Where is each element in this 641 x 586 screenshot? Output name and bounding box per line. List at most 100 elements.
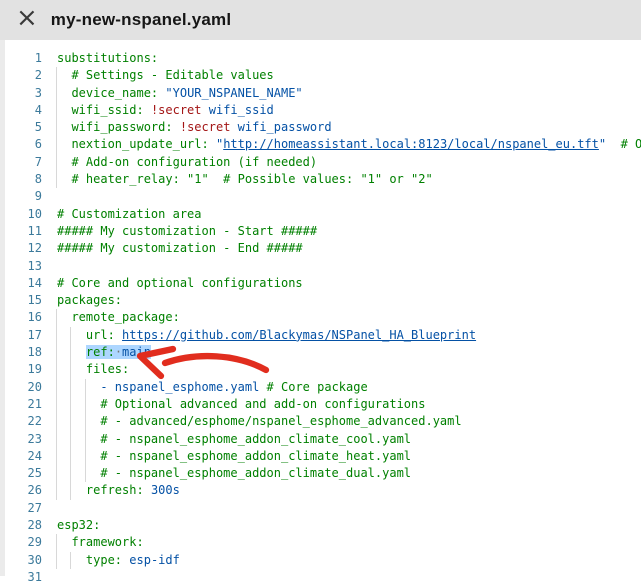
key-segment: esp32:: [57, 518, 100, 532]
key-segment: type:: [86, 553, 122, 567]
plain-segment: [115, 328, 122, 342]
link-segment[interactable]: http://homeassistant.local:8123/local/ns…: [223, 137, 599, 151]
val-segment: main: [122, 345, 151, 359]
code-line[interactable]: 26 refresh: 300s: [0, 482, 641, 499]
plain-segment: [57, 86, 71, 100]
code-line[interactable]: 27: [0, 500, 641, 517]
code-line[interactable]: 16 remote_package:: [0, 309, 641, 326]
line-number: 29: [0, 534, 42, 551]
code-line[interactable]: 29 framework:: [0, 534, 641, 551]
close-icon[interactable]: ×: [16, 5, 38, 31]
plain-segment: [230, 120, 237, 134]
key-segment: substitutions:: [57, 51, 158, 65]
code-line[interactable]: 17 url: https://github.com/Blackymas/NSP…: [0, 327, 641, 344]
val-segment: 300s: [151, 483, 180, 497]
code-line[interactable]: 6 nextion_update_url: "http://homeassist…: [0, 136, 641, 153]
plain-segment: [57, 397, 100, 411]
val-segment: - nspanel_esphome.yaml: [100, 380, 259, 394]
key-segment: wifi_password:: [71, 120, 172, 134]
line-number: 1: [0, 50, 42, 67]
line-number: 18: [0, 344, 42, 361]
code-text: # heater_relay: "1" # Possible values: "…: [57, 171, 433, 188]
code-text: files:: [57, 361, 129, 378]
plain-segment: [57, 362, 86, 376]
line-number: 20: [0, 379, 42, 396]
val-segment: esp-idf: [129, 553, 180, 567]
tag-segment: !secret: [180, 120, 231, 134]
line-number: 8: [0, 171, 42, 188]
plain-segment: [57, 432, 100, 446]
code-line[interactable]: 5 wifi_password: !secret wifi_password: [0, 119, 641, 136]
line-number: 12: [0, 240, 42, 257]
key-segment: remote_package:: [71, 310, 179, 324]
code-area[interactable]: 1 substitutions: 2 # Settings - Editable v…: [0, 40, 641, 586]
code-line[interactable]: 28esp32:: [0, 517, 641, 534]
code-text: # Add-on configuration (if needed): [57, 154, 317, 171]
val-segment: wifi_ssid: [209, 103, 274, 117]
comment-segment: # Customization area: [57, 207, 202, 221]
code-text: url: https://github.com/Blackymas/NSPane…: [57, 327, 476, 344]
code-line[interactable]: 23 # - nspanel_esphome_addon_climate_coo…: [0, 431, 641, 448]
line-number: 6: [0, 136, 42, 153]
code-text: # Customization area: [57, 206, 202, 223]
link-segment[interactable]: https://github.com/Blackymas/NSPanel_HA_…: [122, 328, 476, 342]
code-line[interactable]: 31: [0, 569, 641, 586]
code-text: ref:·main: [57, 344, 151, 361]
code-line[interactable]: 20 - nspanel_esphome.yaml # Core package: [0, 379, 641, 396]
line-number: 25: [0, 465, 42, 482]
line-number: 2: [0, 67, 42, 84]
code-text: # - nspanel_esphome_addon_climate_dual.y…: [57, 465, 411, 482]
code-line[interactable]: 14 # Core and optional configurations: [0, 275, 641, 292]
val-segment: wifi_password: [238, 120, 332, 134]
plain-segment: [57, 68, 71, 82]
code-line[interactable]: 9: [0, 188, 641, 205]
comment-segment: # Core and optional configurations: [57, 276, 303, 290]
comment-segment: ##### My customization - Start #####: [57, 224, 317, 238]
code-line[interactable]: 12##### My customization - End #####: [0, 240, 641, 257]
line-number: 14: [0, 275, 42, 292]
key-segment: device_name:: [71, 86, 158, 100]
code-text: framework:: [57, 534, 144, 551]
plain-segment: [144, 483, 151, 497]
line-number: 17: [0, 327, 42, 344]
code-line[interactable]: 13: [0, 258, 641, 275]
line-number: 21: [0, 396, 42, 413]
plain-segment: [209, 137, 216, 151]
code-line[interactable]: 21 # Optional advanced and add-on config…: [0, 396, 641, 413]
key-segment: files:: [86, 362, 129, 376]
code-text: device_name: "YOUR_NSPANEL_NAME": [57, 85, 303, 102]
code-text: refresh: 300s: [57, 482, 180, 499]
code-line[interactable]: 19 files:: [0, 361, 641, 378]
comment-segment: # heater_relay: "1" # Possible values: "…: [71, 172, 432, 186]
line-number: 11: [0, 223, 42, 240]
code-line[interactable]: 8 # heater_relay: "1" # Possible values:…: [0, 171, 641, 188]
line-number: 13: [0, 258, 42, 275]
plain-segment: [57, 328, 86, 342]
plain-segment: [57, 449, 100, 463]
code-text: wifi_ssid: !secret wifi_ssid: [57, 102, 274, 119]
code-line[interactable]: 3 device_name: "YOUR_NSPANEL_NAME": [0, 85, 641, 102]
code-line[interactable]: 18 ref:·main: [0, 344, 641, 361]
code-text: ##### My customization - Start #####: [57, 223, 317, 240]
line-number: 3: [0, 85, 42, 102]
code-line[interactable]: 30 type: esp-idf: [0, 552, 641, 569]
code-line[interactable]: 7 # Add-on configuration (if needed): [0, 154, 641, 171]
comment-segment: # Opti: [621, 137, 641, 151]
code-line[interactable]: 10# Customization area: [0, 206, 641, 223]
code-line[interactable]: 11 ##### My customization - Start #####: [0, 223, 641, 240]
plain-segment: [57, 414, 100, 428]
code-line[interactable]: 4 wifi_ssid: !secret wifi_ssid: [0, 102, 641, 119]
code-text: # Optional advanced and add-on configura…: [57, 396, 425, 413]
code-line[interactable]: 24 # - nspanel_esphome_addon_climate_hea…: [0, 448, 641, 465]
plain-segment: [57, 310, 71, 324]
key-segment: ref:: [86, 345, 115, 359]
line-number: 24: [0, 448, 42, 465]
code-line[interactable]: 22 # - advanced/esphome/nspanel_esphome_…: [0, 413, 641, 430]
code-line[interactable]: 1 substitutions:: [0, 50, 641, 67]
line-number: 27: [0, 500, 42, 517]
code-line[interactable]: 25 # - nspanel_esphome_addon_climate_dua…: [0, 465, 641, 482]
plain-segment: [57, 483, 86, 497]
code-line[interactable]: 2 # Settings - Editable values: [0, 67, 641, 84]
code-line[interactable]: 15packages:: [0, 292, 641, 309]
plain-segment: [202, 103, 209, 117]
